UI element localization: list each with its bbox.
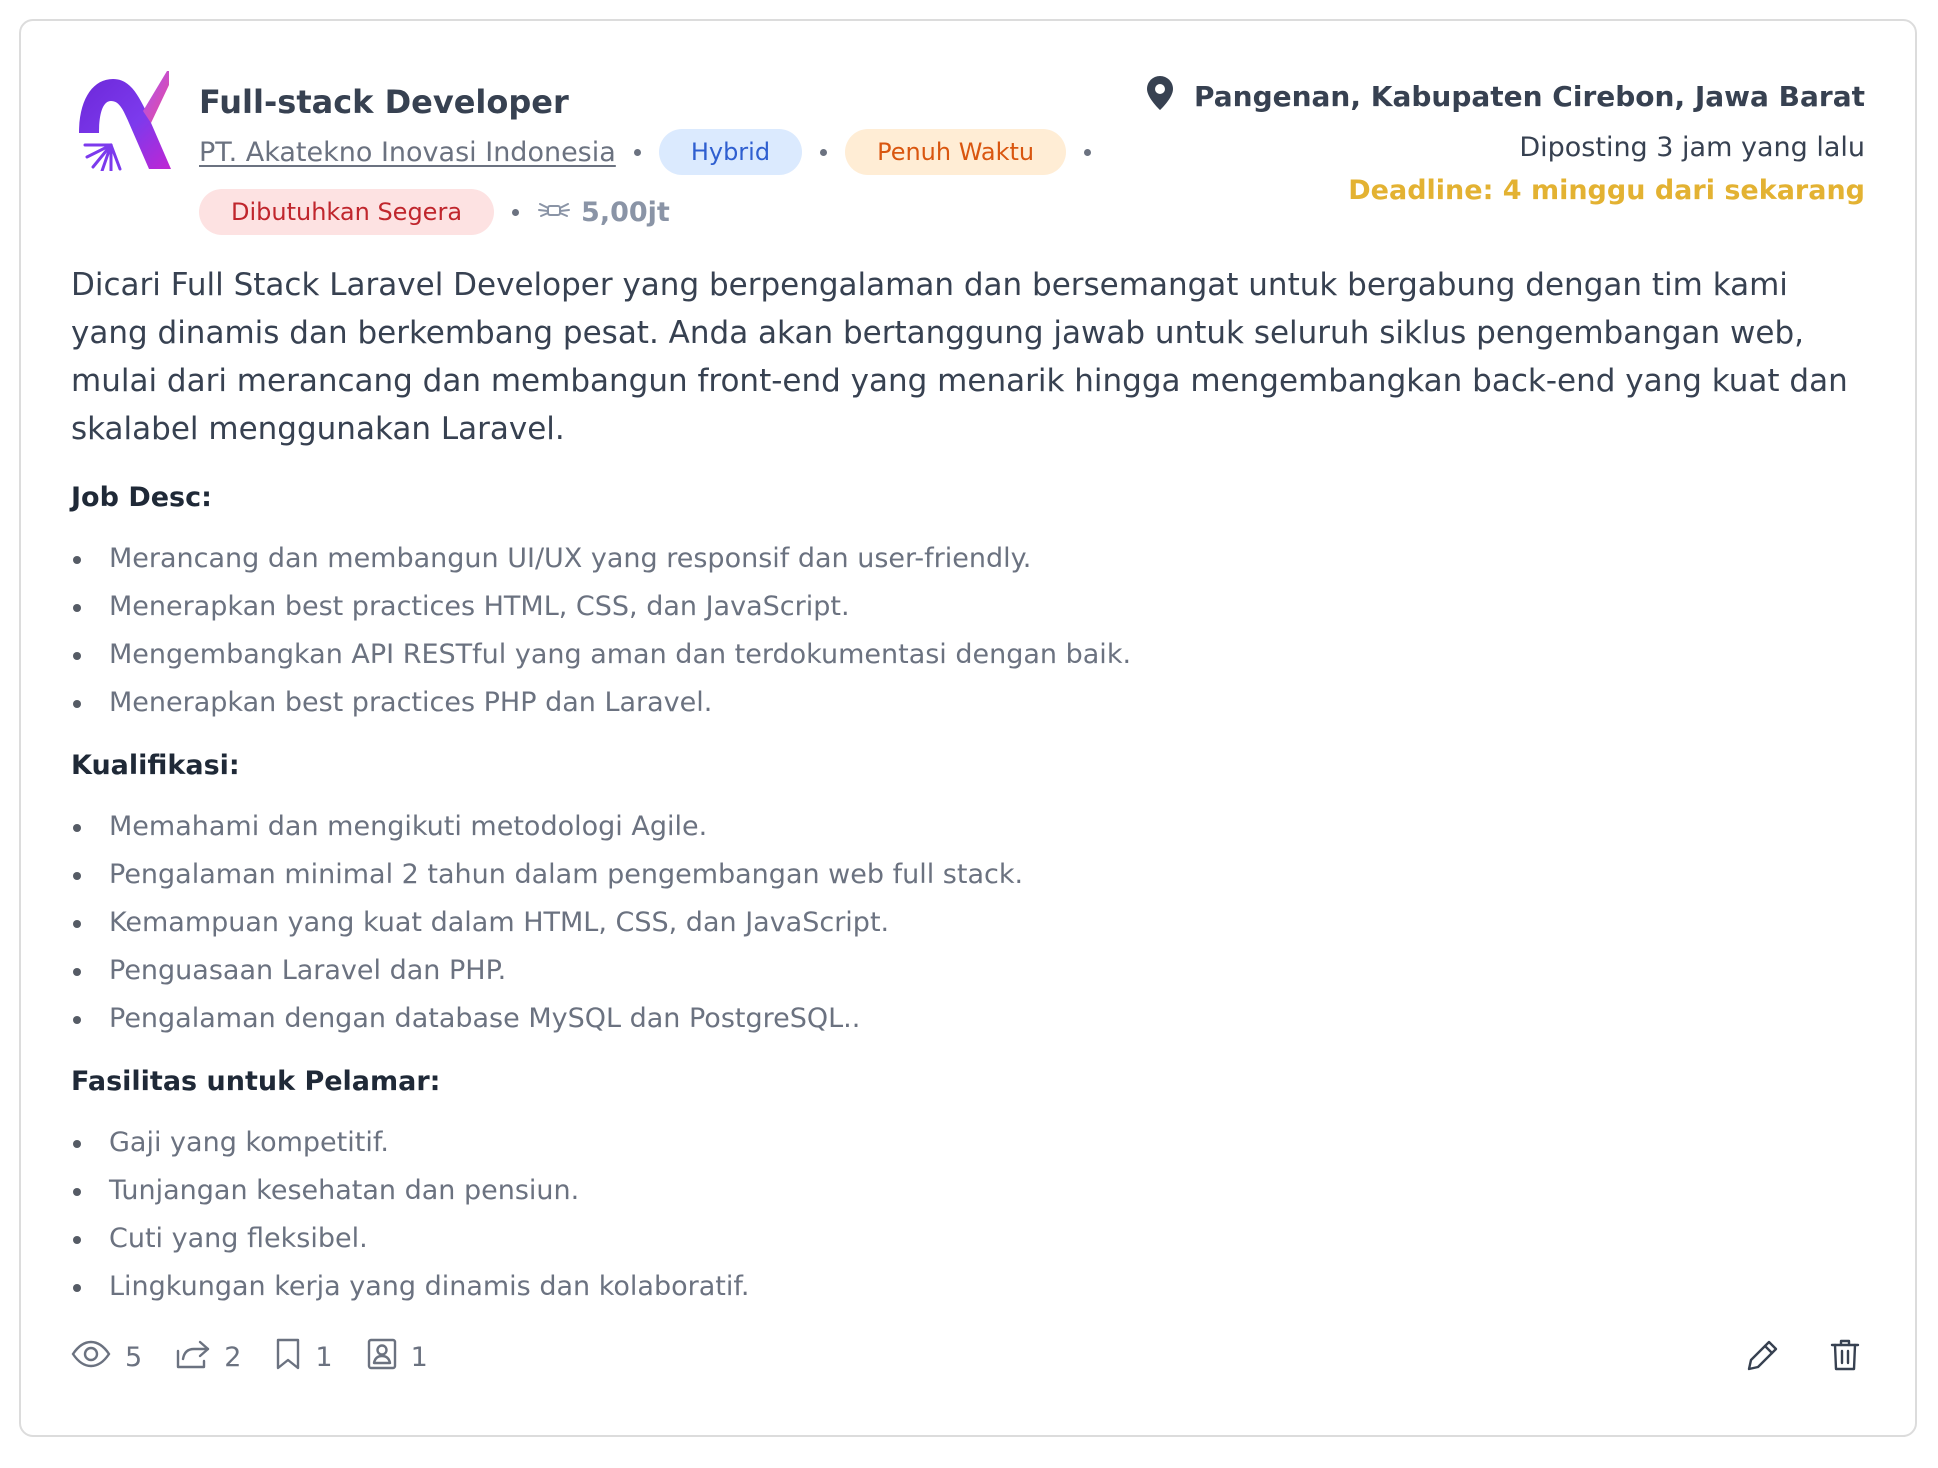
section-heading: Kualifikasi: — [71, 750, 240, 781]
qualifications-list: Memahami dan mengikuti metodologi Agile.… — [71, 803, 1871, 1043]
views-stat: 5 — [71, 1340, 142, 1375]
salary-value: 5,00jt — [581, 196, 670, 228]
shares-count: 2 — [224, 1341, 242, 1373]
shares-stat: 2 — [176, 1339, 241, 1376]
separator-dot — [633, 148, 641, 156]
map-pin-icon — [1146, 75, 1174, 118]
job-title[interactable]: Full-stack Developer — [199, 83, 569, 121]
eye-icon — [71, 1340, 111, 1375]
benefits-section: Fasilitas untuk Pelamar: Gaji yang kompe… — [71, 1063, 1871, 1311]
list-item: Menerapkan best practices HTML, CSS, dan… — [71, 583, 1871, 631]
job-meta: PT. Akatekno Inovasi Indonesia Hybrid Pe… — [199, 129, 1159, 235]
company-link[interactable]: PT. Akatekno Inovasi Indonesia — [199, 137, 616, 168]
list-item: Lingkungan kerja yang dinamis dan kolabo… — [71, 1263, 1871, 1311]
job-description: Dicari Full Stack Laravel Developer yang… — [71, 267, 1848, 447]
separator-dot — [820, 148, 828, 156]
work-mode-badge: Hybrid — [658, 129, 803, 175]
job-card: Full-stack Developer PT. Akatekno Inovas… — [19, 19, 1917, 1437]
bookmark-icon — [275, 1338, 301, 1377]
pencil-icon — [1746, 1338, 1780, 1376]
list-item: Tunjangan kesehatan dan pensiun. — [71, 1167, 1871, 1215]
salary: 5,00jt — [537, 197, 670, 228]
views-count: 5 — [125, 1341, 143, 1373]
applicants-stat: 1 — [367, 1338, 428, 1377]
job-location-info: Pangenan, Kabupaten Cirebon, Jawa Barat … — [1146, 75, 1865, 206]
job-desc-section: Job Desc: Merancang dan membangun UI/UX … — [71, 479, 1871, 727]
trash-icon — [1830, 1338, 1860, 1376]
list-item: Mengembangkan API RESTful yang aman dan … — [71, 631, 1871, 679]
employment-type-badge: Penuh Waktu — [845, 129, 1067, 175]
list-item: Pengalaman dengan database MySQL dan Pos… — [71, 995, 1871, 1043]
edit-button[interactable] — [1743, 1337, 1783, 1377]
bookmarks-count: 1 — [315, 1341, 333, 1373]
job-sections: Job Desc: Merancang dan membangun UI/UX … — [71, 479, 1871, 1311]
list-item: Kemampuan yang kuat dalam HTML, CSS, dan… — [71, 899, 1871, 947]
benefits-list: Gaji yang kompetitif. Tunjangan kesehata… — [71, 1119, 1871, 1311]
card-footer: 5 2 1 1 — [71, 1337, 1865, 1377]
bookmarks-stat: 1 — [275, 1338, 333, 1377]
section-heading: Job Desc: — [71, 482, 212, 513]
urgency-badge: Dibutuhkan Segera — [199, 189, 495, 235]
company-logo — [71, 71, 171, 173]
list-item: Gaji yang kompetitif. — [71, 1119, 1871, 1167]
list-item: Merancang dan membangun UI/UX yang respo… — [71, 535, 1871, 583]
section-heading: Fasilitas untuk Pelamar: — [71, 1066, 441, 1097]
delete-button[interactable] — [1825, 1337, 1865, 1377]
location: Pangenan, Kabupaten Cirebon, Jawa Barat — [1146, 75, 1865, 118]
deadline: Deadline: 4 minggu dari sekarang — [1348, 175, 1865, 206]
separator-dot — [512, 208, 520, 216]
list-item: Memahami dan mengikuti metodologi Agile. — [71, 803, 1871, 851]
share-icon — [176, 1339, 210, 1376]
applicant-icon — [367, 1338, 397, 1377]
job-card-content: Full-stack Developer PT. Akatekno Inovas… — [71, 71, 1865, 1385]
list-item: Cuti yang fleksibel. — [71, 1215, 1871, 1263]
posted-time: Diposting 3 jam yang lalu — [1519, 132, 1865, 163]
separator-dot — [1084, 148, 1092, 156]
list-item: Menerapkan best practices PHP dan Larave… — [71, 679, 1871, 727]
list-item: Penguasaan Laravel dan PHP. — [71, 947, 1871, 995]
job-stats: 5 2 1 1 — [71, 1338, 428, 1377]
list-item: Pengalaman minimal 2 tahun dalam pengemb… — [71, 851, 1871, 899]
applicants-count: 1 — [410, 1341, 428, 1373]
card-actions — [1743, 1337, 1865, 1377]
job-desc-list: Merancang dan membangun UI/UX yang respo… — [71, 535, 1871, 727]
money-wings-icon — [537, 197, 571, 228]
qualifications-section: Kualifikasi: Memahami dan mengikuti meto… — [71, 747, 1871, 1043]
location-text: Pangenan, Kabupaten Cirebon, Jawa Barat — [1193, 80, 1865, 113]
